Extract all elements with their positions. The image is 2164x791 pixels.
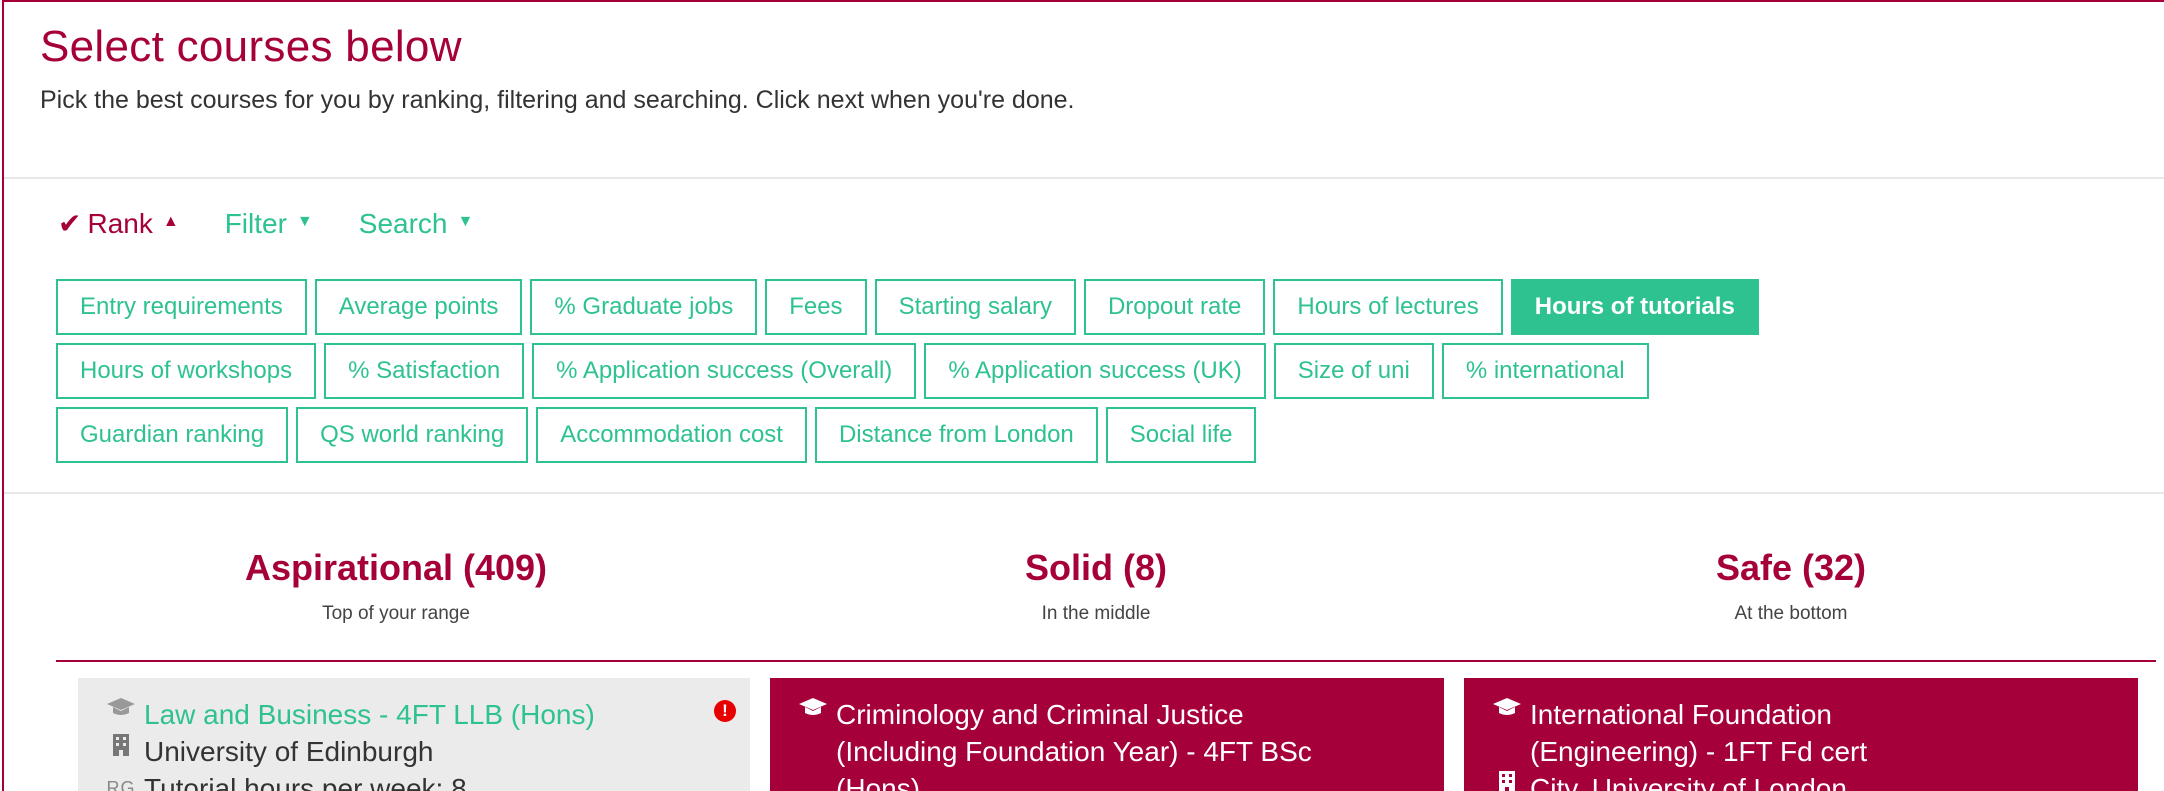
rank-option-hours-of-workshops[interactable]: Hours of workshops xyxy=(56,343,317,399)
uni-line: City, University of London xyxy=(1484,770,2118,791)
course-line-cont: (Engineering) - 1FT Fd cert xyxy=(1484,733,2118,770)
rank-option-application-success-overall[interactable]: % Application success (Overall) xyxy=(532,343,917,399)
graduation-cap-icon xyxy=(1484,696,1530,718)
rank-option-application-success-uk[interactable]: % Application success (UK) xyxy=(924,343,1266,399)
rank-option-satisfaction[interactable]: % Satisfaction xyxy=(324,343,525,399)
rank-options-row: Guardian ranking QS world ranking Accomm… xyxy=(56,407,1576,463)
uni-line: University of Edinburgh xyxy=(98,733,730,770)
course-line: Criminology and Criminal Justice xyxy=(790,696,1424,733)
rank-toggle[interactable]: ✔ Rank ▲ xyxy=(58,207,179,240)
course-title[interactable]: Law and Business - 4FT LLB (Hons) xyxy=(144,696,595,733)
rank-options-row: Hours of workshops % Satisfaction % Appl… xyxy=(56,343,1649,399)
rank-label: Rank xyxy=(87,207,153,239)
category-name: Aspirational (409) xyxy=(244,547,548,588)
course-card-solid[interactable]: Criminology and Criminal Justice (Includ… xyxy=(770,678,1444,791)
building-icon xyxy=(98,733,144,757)
category-name: Safe (32) xyxy=(1715,547,1867,588)
filter-toggle[interactable]: Filter ▼ xyxy=(225,208,313,240)
rank-option-dropout-rate[interactable]: Dropout rate xyxy=(1083,279,1266,335)
graduation-cap-icon xyxy=(790,696,836,718)
course-title-cont: (Hons) xyxy=(836,773,921,791)
rank-option-entry-requirements[interactable]: Entry requirements xyxy=(56,279,307,335)
university-name: University of Edinburgh xyxy=(144,736,434,767)
category-desc: In the middle xyxy=(1041,603,1151,624)
course-selector-panel: Select courses below Pick the best cours… xyxy=(2,0,2164,791)
metric-value: Tutorial hours per week: 8 xyxy=(144,773,467,791)
rank-options-row: Entry requirements Average points % Grad… xyxy=(56,279,1759,335)
graduation-cap-icon xyxy=(98,696,144,718)
divider xyxy=(4,177,2164,179)
category-headers: Aspirational (409) Top of your range Sol… xyxy=(56,547,2164,657)
rank-option-qs-world-ranking[interactable]: QS world ranking xyxy=(296,407,529,463)
caret-down-icon: ▼ xyxy=(457,212,474,230)
course-line: Law and Business - 4FT LLB (Hons) xyxy=(98,696,730,733)
caret-up-icon: ▲ xyxy=(162,212,179,230)
course-title[interactable]: Criminology and Criminal Justice xyxy=(836,696,1244,733)
rank-option-starting-salary[interactable]: Starting salary xyxy=(874,279,1076,335)
rank-option-hours-of-lectures[interactable]: Hours of lectures xyxy=(1273,279,1503,335)
category-solid: Solid (8) In the middle xyxy=(756,547,1436,625)
rank-option-guardian-ranking[interactable]: Guardian ranking xyxy=(56,407,289,463)
course-line-cont: (Including Foundation Year) - 4FT BSc xyxy=(790,733,1424,770)
rank-option-size-of-uni[interactable]: Size of uni xyxy=(1273,343,1434,399)
page-header: Select courses below Pick the best cours… xyxy=(40,22,2164,115)
control-bar: ✔ Rank ▲ Filter ▼ Search ▼ xyxy=(58,207,519,240)
check-icon: ✔ xyxy=(58,208,82,239)
university-name: City, University of London xyxy=(1530,773,1847,791)
course-title[interactable]: International Foundation xyxy=(1530,696,1832,733)
course-line: International Foundation xyxy=(1484,696,2118,733)
metric-line: RG Tutorial hours per week: 8 xyxy=(98,770,730,791)
category-divider xyxy=(56,660,2156,662)
rank-option-international[interactable]: % international xyxy=(1441,343,1649,399)
course-title-cont: (Engineering) - 1FT Fd cert xyxy=(1530,736,1868,767)
page-subtitle: Pick the best courses for you by ranking… xyxy=(40,86,1075,114)
rank-options: Entry requirements Average points % Grad… xyxy=(56,279,1759,471)
rank-option-distance-from-london[interactable]: Distance from London xyxy=(814,407,1098,463)
search-label: Search xyxy=(358,207,448,239)
building-icon xyxy=(1484,770,1530,791)
category-desc: Top of your range xyxy=(322,603,470,624)
caret-down-icon: ▼ xyxy=(296,212,313,230)
rank-option-accommodation-cost[interactable]: Accommodation cost xyxy=(536,407,807,463)
course-card-aspirational[interactable]: ! Law and Business - 4FT LLB (Hons) Univ… xyxy=(78,678,750,791)
category-safe: Safe (32) At the bottom xyxy=(1451,547,2131,625)
rank-option-social-life[interactable]: Social life xyxy=(1105,407,1257,463)
rank-option-hours-of-tutorials[interactable]: Hours of tutorials xyxy=(1510,279,1759,335)
rank-option-graduate-jobs[interactable]: % Graduate jobs xyxy=(530,279,758,335)
category-name: Solid (8) xyxy=(1025,547,1167,588)
russell-group-tag: RG xyxy=(106,778,136,791)
search-toggle[interactable]: Search ▼ xyxy=(359,208,474,240)
rank-option-average-points[interactable]: Average points xyxy=(314,279,523,335)
divider xyxy=(4,492,2164,494)
warning-icon: ! xyxy=(714,700,736,722)
course-card-safe[interactable]: International Foundation (Engineering) -… xyxy=(1464,678,2138,791)
course-line-cont: (Hons) xyxy=(790,770,1424,791)
category-desc: At the bottom xyxy=(1734,603,1848,624)
page-title: Select courses below xyxy=(40,22,462,71)
rank-option-fees[interactable]: Fees xyxy=(765,279,867,335)
course-title-cont: (Including Foundation Year) - 4FT BSc xyxy=(836,736,1312,767)
filter-label: Filter xyxy=(224,207,287,239)
category-aspirational: Aspirational (409) Top of your range xyxy=(56,547,736,625)
